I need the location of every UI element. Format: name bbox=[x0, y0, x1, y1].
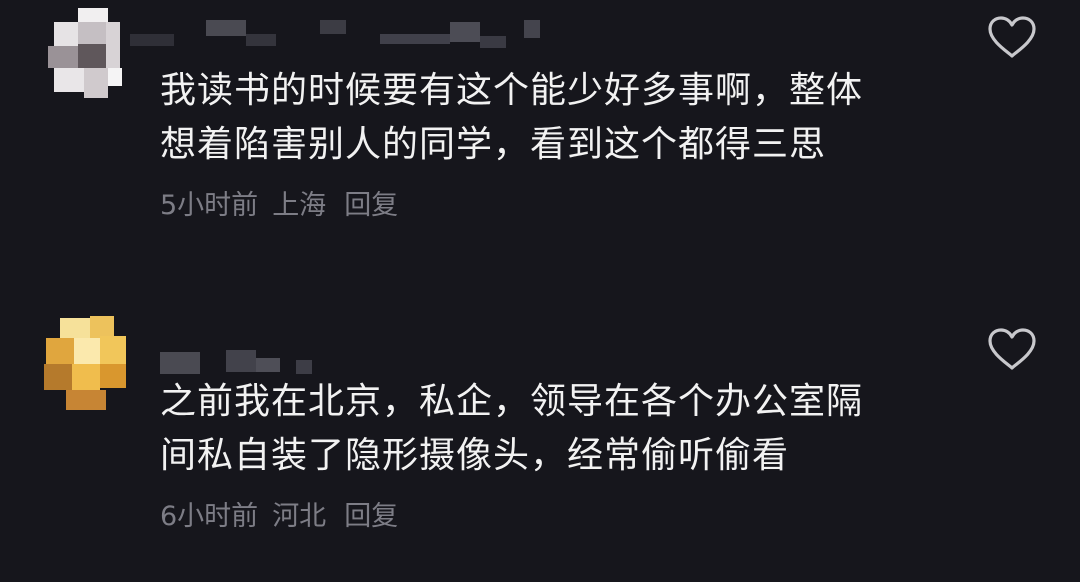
comment-text: 我读书的时候要有这个能少好多事啊，整体 想着陷害别人的同学，看到这个都得三思 bbox=[160, 64, 940, 172]
comment-text-line: 想着陷害别人的同学，看到这个都得三思 bbox=[160, 124, 827, 165]
comment-item: 之前我在北京，私企，领导在各个办公室隔 间私自装了隐形摄像头，经常偷听偷看 6小… bbox=[0, 310, 1080, 582]
like-button[interactable] bbox=[986, 14, 1038, 60]
username-redacted[interactable] bbox=[120, 8, 540, 48]
comment-meta: 5小时前 上海 回复 bbox=[160, 183, 398, 222]
comment-location: 河北 bbox=[272, 501, 327, 532]
avatar[interactable] bbox=[40, 312, 132, 416]
comment-item: 我读书的时候要有这个能少好多事啊，整体 想着陷害别人的同学，看到这个都得三思 5… bbox=[0, 0, 1080, 290]
comment-time: 6小时前 bbox=[160, 501, 259, 532]
comment-location: 上海 bbox=[272, 190, 327, 221]
heart-outline-icon bbox=[988, 16, 1036, 58]
comment-text-line: 我读书的时候要有这个能少好多事啊，整体 bbox=[160, 70, 864, 111]
avatar[interactable] bbox=[40, 2, 132, 106]
comment-text: 之前我在北京，私企，领导在各个办公室隔 间私自装了隐形摄像头，经常偷听偷看 bbox=[160, 375, 940, 483]
comment-text-line: 间私自装了隐形摄像头，经常偷听偷看 bbox=[160, 435, 790, 476]
comment-text-line: 之前我在北京，私企，领导在各个办公室隔 bbox=[160, 381, 864, 422]
reply-button[interactable]: 回复 bbox=[344, 183, 398, 222]
like-button[interactable] bbox=[986, 326, 1038, 372]
reply-button[interactable]: 回复 bbox=[344, 494, 398, 533]
comment-time: 5小时前 bbox=[160, 190, 259, 221]
comment-meta: 6小时前 河北 回复 bbox=[160, 494, 398, 533]
username-redacted[interactable] bbox=[120, 328, 540, 374]
heart-outline-icon bbox=[988, 328, 1036, 370]
